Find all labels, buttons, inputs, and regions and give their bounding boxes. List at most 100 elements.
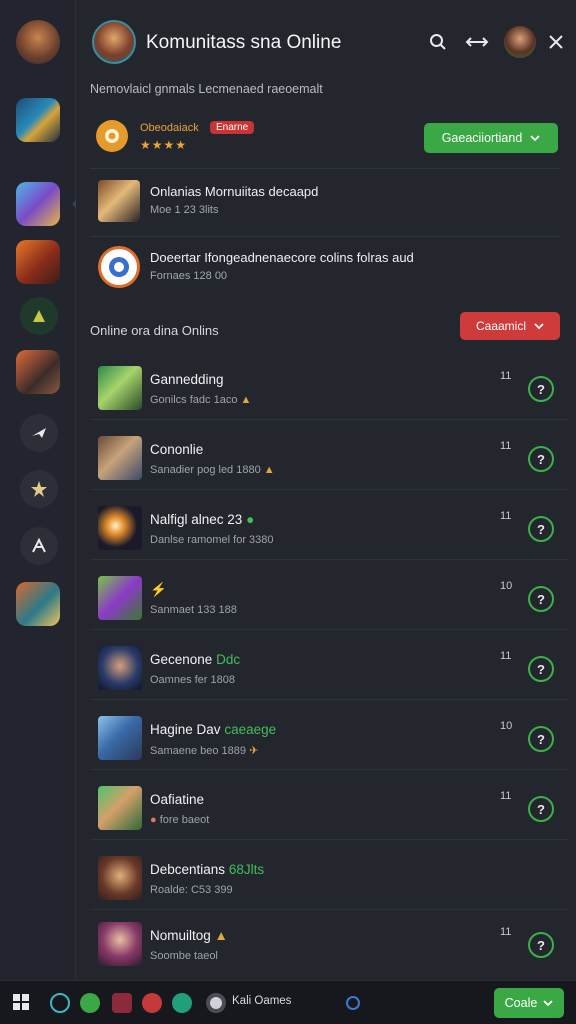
app-record-icon[interactable] [142,993,162,1013]
swap-arrows-icon[interactable] [464,30,490,54]
row-meta: Gonilcs fadc 1aco ▲ [150,394,252,406]
row-title: ⚡ [150,582,167,598]
notice-logo [98,246,140,288]
app-teal-icon[interactable] [172,993,192,1013]
featured-badge: Enarne [210,121,255,134]
status-help-icon[interactable]: ? [528,656,554,682]
status-help-icon[interactable]: ? [528,932,554,958]
featured-action-label: Gaeaciiortiand [441,131,523,145]
row-meta: ● fore baeot [150,814,210,826]
rail-game-4[interactable] [16,350,60,394]
list-item[interactable]: Cononlie Sanadier pog led 1880 ▲ 11 ? [90,424,568,490]
list-item[interactable]: Hagine Dav caeaege Samaene beo 1889 ✈ 10… [90,704,568,770]
game-thumbnail [98,576,142,620]
list-item[interactable]: Gannedding Gonilcs fadc 1aco ▲ 11 ? [90,354,568,420]
row-title: Cononlie [150,442,204,457]
close-icon[interactable] [544,30,568,54]
coin-icon [96,120,128,152]
rail-game-3[interactable] [16,240,60,284]
row-count: 11 [500,370,512,382]
chevron-down-icon [543,1000,553,1007]
notice-thumbnail [98,180,140,222]
row-title: Gecenone Ddc [150,652,241,667]
status-help-icon[interactable]: ? [528,376,554,402]
row-meta: Oamnes fer 1808 [150,674,235,686]
chat-icon[interactable] [50,993,70,1013]
section-filter-button[interactable]: Caaamicl [460,312,560,340]
rail-guild-icon[interactable] [20,527,58,565]
row-count: 11 [500,650,512,662]
bell-icon: ▲ [240,394,252,406]
rail-game-2[interactable] [16,182,60,226]
notice-title: Doeertar Ifongeadnenaecore colins folras… [150,250,414,265]
row-count: 11 [500,790,512,802]
page-title: Komunitass sna Online [146,32,342,53]
row-title: Gannedding [150,372,224,387]
notice-item[interactable]: Onlanias Mornuiitas decaapd Moe 1 23 3li… [90,170,568,236]
status-help-icon[interactable]: ? [528,516,554,542]
status-help-icon[interactable]: ? [528,586,554,612]
row-meta: Sanadier pog led 1880 ▲ [150,464,275,476]
lightning-icon: ⚡ [150,582,167,597]
rail-game-1[interactable] [16,98,60,142]
status-help-icon[interactable]: ? [528,446,554,472]
rail-game-5[interactable] [16,582,60,626]
row-meta: Roalde: C53 399 [150,884,233,896]
search-icon[interactable] [426,30,450,54]
notice-meta: Fornaes 128 00 [150,270,228,282]
list-item[interactable]: ⚡ Sanmaet 133 188 10 ? [90,564,568,630]
row-title: Nomuiltog ▲ [150,928,228,943]
rail-flight-icon[interactable] [20,414,58,452]
row-title: Hagine Dav caeaege [150,722,277,737]
row-count: 11 [500,440,512,452]
header: Komunitass sna Online [90,18,570,70]
game-thumbnail [98,786,142,830]
row-meta: Danlse ramomel for 3380 [150,534,274,546]
game-thumbnail [98,922,142,966]
row-count: 10 [500,720,513,732]
section-title: Online ora dina Onlins [90,323,219,338]
network-icon[interactable] [346,996,360,1010]
rail-leaf-icon[interactable] [20,297,58,335]
app-green-icon[interactable] [80,993,100,1013]
game-thumbnail [98,436,142,480]
notice-meta: Moe 1 23 3lits [150,204,219,216]
app-games-icon[interactable] [206,993,226,1013]
online-dot-icon: ● [246,512,255,527]
game-thumbnail [98,366,142,410]
app-window: Komunitass sna Online Nemovlaicl gnmals … [0,0,576,1024]
row-count: 11 [500,510,512,522]
community-subtitle: Nemovlaicl gnmals Lecmenaed raeoemalt [90,82,323,96]
bell-icon: ▲ [214,928,228,943]
game-thumbnail [98,856,142,900]
taskbar-action-button[interactable]: Coale [494,988,564,1018]
rail-star-icon[interactable] [20,470,58,508]
game-thumbnail [98,506,142,550]
windows-start-icon[interactable] [12,993,32,1013]
status-help-icon[interactable]: ? [528,726,554,752]
featured-action-button[interactable]: Gaeaciiortiand [424,123,558,153]
plane-icon: ✈ [249,745,259,757]
list-item[interactable]: Nalfigl alnec 23 ● Danlse ramomel for 33… [90,494,568,560]
rail-profile-avatar[interactable] [16,20,60,64]
row-count: 10 [500,580,513,592]
user-avatar[interactable] [504,26,536,58]
main-panel: Komunitass sna Online Nemovlaicl gnmals … [76,0,576,980]
rating-stars: ★★★★ [140,138,188,152]
row-tag: caeaege [224,722,277,737]
bell-icon: ▲ [263,464,275,476]
section-header: Online ora dina Onlins Caaamicl [90,312,568,342]
community-avatar[interactable] [92,20,136,64]
status-help-icon[interactable]: ? [528,796,554,822]
row-title: Debcentians 68Jlts [150,862,265,877]
list-item[interactable]: Gecenone Ddc Oamnes fer 1808 11 ? [90,634,568,700]
row-title: Nalfigl alnec 23 ● [150,512,255,527]
notice-title: Onlanias Mornuiitas decaapd [150,184,319,199]
row-tag: Ddc [216,652,241,667]
list-item[interactable]: Nomuiltog ▲ Soombe taeol 11 ? [90,910,568,976]
list-item[interactable]: Oafiatine ● fore baeot 11 ? [90,774,568,840]
app-red-icon[interactable] [112,993,132,1013]
list-item[interactable]: Debcentians 68Jlts Roalde: C53 399 [90,844,568,910]
notice-item[interactable]: Doeertar Ifongeadnenaecore colins folras… [90,236,568,302]
row-count: 11 [500,926,512,938]
